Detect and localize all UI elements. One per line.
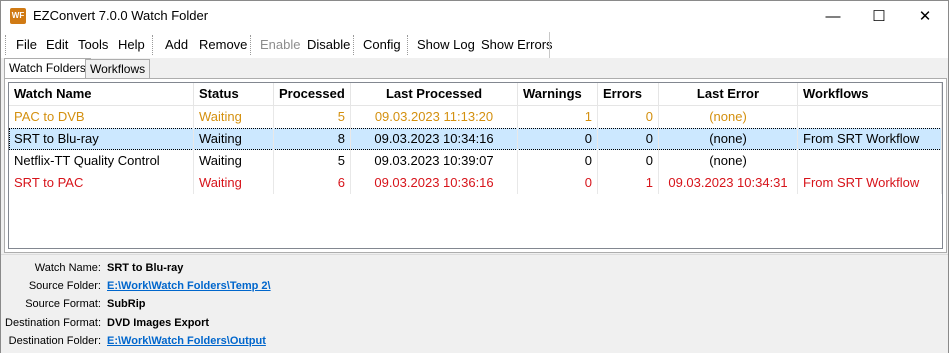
cell-last-error: (none)	[659, 128, 798, 150]
menu-help[interactable]: Help	[118, 37, 145, 52]
cell-status: Waiting	[194, 172, 274, 194]
source-format-label: Source Format:	[25, 298, 101, 310]
toolbar-end	[549, 32, 550, 58]
cell-name: SRT to PAC	[9, 172, 194, 194]
cell-processed: 5	[274, 106, 351, 128]
toolbar-separator	[152, 35, 154, 55]
disable-button[interactable]: Disable	[307, 37, 350, 52]
minimize-button[interactable]: —	[810, 1, 856, 32]
cell-last-error: (none)	[659, 150, 798, 172]
table-row[interactable]: SRT to Blu-ray Waiting 8 09.03.2023 10:34:1…	[9, 128, 942, 150]
cell-status: Waiting	[194, 150, 274, 172]
toolbar-separator	[407, 35, 409, 55]
table-row[interactable]: PAC to DVB Waiting 5 09.03.2023 11:13:20 1 0(…	[9, 106, 942, 128]
app-window: WF EZConvert 7.0.0 Watch Folder — ☐ ✕ Fi…	[0, 0, 949, 353]
destination-format-label: Destination Format:	[5, 317, 101, 329]
cell-errors: 1	[598, 172, 659, 194]
menu-file[interactable]: File	[16, 37, 37, 52]
title-bar: WF EZConvert 7.0.0 Watch Folder — ☐ ✕	[1, 1, 948, 32]
header-errors[interactable]: Errors	[598, 83, 659, 105]
list-header: Watch Name Status Processed Last Process…	[9, 83, 942, 106]
source-folder-label: Source Folder:	[28, 280, 101, 292]
cell-warnings: 0	[518, 128, 598, 150]
cell-last-processed: 09.03.2023 10:36:16	[351, 172, 518, 194]
tab-panel: Watch Name Status Processed Last Process…	[4, 78, 947, 253]
cell-errors: 0	[598, 150, 659, 172]
app-icon: WF	[10, 8, 26, 24]
tab-workflows[interactable]: Workflows	[85, 59, 151, 79]
source-folder-link[interactable]: E:\Work\Watch Folders\Temp 2\	[107, 280, 271, 292]
toolbar-grip[interactable]	[5, 35, 8, 55]
cell-workflows: From SRT Workflow	[798, 172, 942, 194]
cell-name: SRT to Blu-ray	[9, 128, 194, 150]
table-row[interactable]: Netflix-TT Quality Control Waiting 5 09.03.…	[9, 150, 942, 172]
remove-button[interactable]: Remove	[199, 37, 247, 52]
watch-folder-list[interactable]: Watch Name Status Processed Last Process…	[8, 82, 943, 249]
cell-last-processed: 09.03.2023 11:13:20	[351, 106, 518, 128]
toolbar-separator	[250, 35, 252, 55]
cell-errors: 0	[598, 106, 659, 128]
watch-name-value: SRT to Blu-ray	[107, 262, 184, 274]
cell-status: Waiting	[194, 106, 274, 128]
show-log-button[interactable]: Show Log	[417, 37, 475, 52]
tab-watch-folders[interactable]: Watch Folders	[4, 58, 91, 79]
cell-workflows	[798, 150, 942, 172]
enable-button[interactable]: Enable	[260, 37, 300, 52]
destination-format-value: DVD Images Export	[107, 317, 210, 329]
menu-edit[interactable]: Edit	[46, 37, 68, 52]
config-button[interactable]: Config	[363, 37, 401, 52]
cell-name: Netflix-TT Quality Control	[9, 150, 194, 172]
header-status[interactable]: Status	[194, 83, 274, 105]
cell-processed: 6	[274, 172, 351, 194]
cell-last-error: 09.03.2023 10:34:31	[659, 172, 798, 194]
cell-processed: 5	[274, 150, 351, 172]
watch-name-label: Watch Name:	[34, 262, 101, 274]
header-watch-name[interactable]: Watch Name	[9, 83, 194, 105]
cell-warnings: 1	[518, 106, 598, 128]
cell-warnings: 0	[518, 172, 598, 194]
cell-workflows: From SRT Workflow	[798, 128, 942, 150]
header-last-error[interactable]: Last Error	[659, 83, 798, 105]
toolbar-separator	[353, 35, 355, 55]
table-row[interactable]: SRT to PAC Waiting 6 09.03.2023 10:36:16 0 1 0…	[9, 172, 942, 194]
maximize-button[interactable]: ☐	[856, 1, 902, 32]
header-processed[interactable]: Processed	[274, 83, 351, 105]
cell-last-processed: 09.03.2023 10:34:16	[351, 128, 518, 150]
details-pane: Watch Name: SRT to Blu-ray Source Folder…	[1, 254, 948, 353]
cell-last-processed: 09.03.2023 10:39:07	[351, 150, 518, 172]
source-format-value: SubRip	[107, 298, 146, 310]
show-errors-button[interactable]: Show Errors	[481, 37, 553, 52]
header-warnings[interactable]: Warnings	[518, 83, 598, 105]
cell-warnings: 0	[518, 150, 598, 172]
cell-last-error: (none)	[659, 106, 798, 128]
cell-status: Waiting	[194, 128, 274, 150]
cell-workflows	[798, 106, 942, 128]
close-button[interactable]: ✕	[902, 1, 948, 32]
add-button[interactable]: Add	[165, 37, 188, 52]
cell-name: PAC to DVB	[9, 106, 194, 128]
menu-toolbar: File Edit Tools Help Add Remove Enable D…	[1, 32, 948, 58]
header-last-processed[interactable]: Last Processed	[351, 83, 518, 105]
destination-folder-label: Destination Folder:	[8, 335, 101, 347]
menu-tools[interactable]: Tools	[78, 37, 108, 52]
cell-errors: 0	[598, 128, 659, 150]
header-workflows[interactable]: Workflows	[798, 83, 942, 105]
cell-processed: 8	[274, 128, 351, 150]
destination-folder-link[interactable]: E:\Work\Watch Folders\Output	[107, 335, 266, 347]
tab-strip: Watch Folders Workflows	[1, 58, 948, 79]
window-title: EZConvert 7.0.0 Watch Folder	[33, 8, 209, 23]
